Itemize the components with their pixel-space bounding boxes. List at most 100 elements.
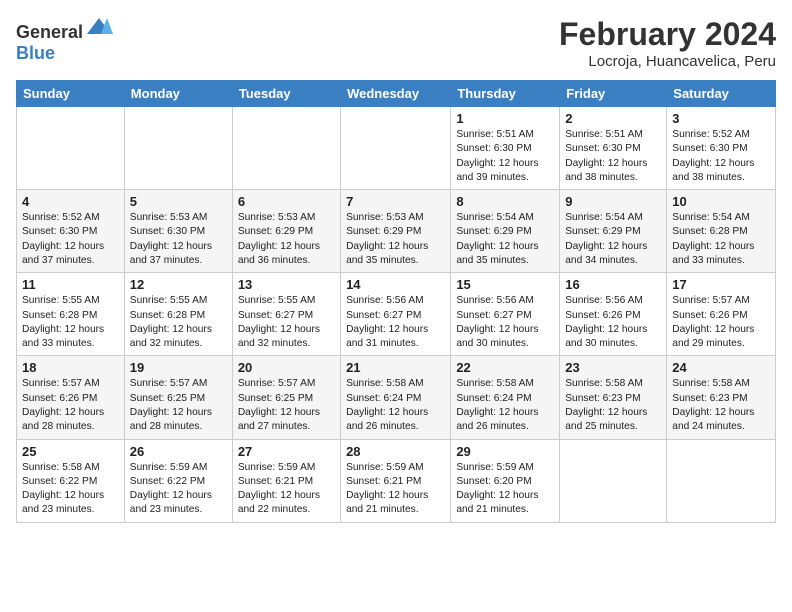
calendar-cell: 3 Sunrise: 5:52 AM Sunset: 6:30 PM Daylig… xyxy=(667,107,776,190)
day-number: 20 xyxy=(238,360,335,375)
calendar-cell xyxy=(560,439,667,522)
calendar-cell xyxy=(124,107,232,190)
day-number: 15 xyxy=(456,277,554,292)
calendar-week-row: 18 Sunrise: 5:57 AM Sunset: 6:26 PM Dayli… xyxy=(17,356,776,439)
calendar-day-header: Tuesday xyxy=(232,81,340,107)
calendar-cell: 28 Sunrise: 5:59 AM Sunset: 6:21 PM Dayli… xyxy=(341,439,451,522)
calendar-cell: 18 Sunrise: 5:57 AM Sunset: 6:26 PM Dayli… xyxy=(17,356,125,439)
day-info: Sunrise: 5:57 AM Sunset: 6:25 PM Dayligh… xyxy=(130,377,227,434)
calendar-day-header: Sunday xyxy=(17,81,125,107)
calendar-cell: 17 Sunrise: 5:57 AM Sunset: 6:26 PM Dayli… xyxy=(667,273,776,356)
day-number: 14 xyxy=(346,277,445,292)
calendar-cell: 14Sunrise: 5:56 AM Sunset: 6:27 PM Dayli… xyxy=(341,273,451,356)
calendar-day-header: Monday xyxy=(124,81,232,107)
day-number: 23 xyxy=(565,360,661,375)
day-info: Sunrise: 5:51 AM Sunset: 6:30 PM Dayligh… xyxy=(456,128,554,185)
day-info: Sunrise: 5:54 AM Sunset: 6:28 PM Dayligh… xyxy=(672,211,770,268)
day-info: Sunrise: 5:56 AM Sunset: 6:27 PM Dayligh… xyxy=(456,294,554,351)
day-info: Sunrise: 5:58 AM Sunset: 6:23 PM Dayligh… xyxy=(672,377,770,434)
calendar-cell: 26 Sunrise: 5:59 AM Sunset: 6:22 PM Dayli… xyxy=(124,439,232,522)
day-number: 29 xyxy=(456,444,554,459)
calendar-day-header: Saturday xyxy=(667,81,776,107)
day-number: 28 xyxy=(346,444,445,459)
calendar-cell: 23 Sunrise: 5:58 AM Sunset: 6:23 PM Dayli… xyxy=(560,356,667,439)
day-number: 1 xyxy=(456,111,554,126)
calendar-cell: 25 Sunrise: 5:58 AM Sunset: 6:22 PM Dayli… xyxy=(17,439,125,522)
location-title: Locroja, Huancavelica, Peru xyxy=(559,53,776,70)
calendar-cell xyxy=(232,107,340,190)
calendar-day-header: Thursday xyxy=(451,81,560,107)
day-number: 4 xyxy=(22,194,119,209)
calendar-table: SundayMondayTuesdayWednesdayThursdayFrid… xyxy=(16,80,776,523)
calendar-week-row: 11 Sunrise: 5:55 AM Sunset: 6:28 PM Dayli… xyxy=(17,273,776,356)
day-info: Sunrise: 5:55 AM Sunset: 6:28 PM Dayligh… xyxy=(130,294,227,351)
calendar-cell xyxy=(17,107,125,190)
calendar-cell xyxy=(341,107,451,190)
logo-blue: Blue xyxy=(16,43,55,63)
calendar-cell: 2 Sunrise: 5:51 AM Sunset: 6:30 PM Daylig… xyxy=(560,107,667,190)
day-info: Sunrise: 5:54 AM Sunset: 6:29 PM Dayligh… xyxy=(456,211,554,268)
day-info: Sunrise: 5:52 AM Sunset: 6:30 PM Dayligh… xyxy=(672,128,770,185)
day-info: Sunrise: 5:57 AM Sunset: 6:26 PM Dayligh… xyxy=(672,294,770,351)
day-info: Sunrise: 5:51 AM Sunset: 6:30 PM Dayligh… xyxy=(565,128,661,185)
calendar-cell: 15 Sunrise: 5:56 AM Sunset: 6:27 PM Dayli… xyxy=(451,273,560,356)
day-number: 18 xyxy=(22,360,119,375)
day-info: Sunrise: 5:58 AM Sunset: 6:22 PM Dayligh… xyxy=(22,461,119,518)
day-number: 22 xyxy=(456,360,554,375)
calendar-cell: 11 Sunrise: 5:55 AM Sunset: 6:28 PM Dayli… xyxy=(17,273,125,356)
calendar-cell: 22Sunrise: 5:58 AM Sunset: 6:24 PM Dayli… xyxy=(451,356,560,439)
day-info: Sunrise: 5:59 AM Sunset: 6:20 PM Dayligh… xyxy=(456,461,554,518)
calendar-cell xyxy=(667,439,776,522)
day-info: Sunrise: 5:53 AM Sunset: 6:30 PM Dayligh… xyxy=(130,211,227,268)
calendar-cell: 7 Sunrise: 5:53 AM Sunset: 6:29 PM Daylig… xyxy=(341,190,451,273)
calendar-cell: 19Sunrise: 5:57 AM Sunset: 6:25 PM Dayli… xyxy=(124,356,232,439)
day-number: 10 xyxy=(672,194,770,209)
day-number: 25 xyxy=(22,444,119,459)
day-info: Sunrise: 5:58 AM Sunset: 6:24 PM Dayligh… xyxy=(346,377,445,434)
logo: General Blue xyxy=(16,16,113,64)
page-header: General Blue February 2024 Locroja, Huan… xyxy=(16,16,776,70)
calendar-cell: 10 Sunrise: 5:54 AM Sunset: 6:28 PM Dayli… xyxy=(667,190,776,273)
day-info: Sunrise: 5:53 AM Sunset: 6:29 PM Dayligh… xyxy=(346,211,445,268)
calendar-cell: 4 Sunrise: 5:52 AM Sunset: 6:30 PM Daylig… xyxy=(17,190,125,273)
day-info: Sunrise: 5:59 AM Sunset: 6:21 PM Dayligh… xyxy=(346,461,445,518)
calendar-header-row: SundayMondayTuesdayWednesdayThursdayFrid… xyxy=(17,81,776,107)
calendar-cell: 8Sunrise: 5:54 AM Sunset: 6:29 PM Daylig… xyxy=(451,190,560,273)
calendar-cell: 5Sunrise: 5:53 AM Sunset: 6:30 PM Daylig… xyxy=(124,190,232,273)
day-number: 2 xyxy=(565,111,661,126)
day-info: Sunrise: 5:53 AM Sunset: 6:29 PM Dayligh… xyxy=(238,211,335,268)
logo-icon xyxy=(85,16,113,38)
calendar-week-row: 4 Sunrise: 5:52 AM Sunset: 6:30 PM Daylig… xyxy=(17,190,776,273)
calendar-cell: 6 Sunrise: 5:53 AM Sunset: 6:29 PM Daylig… xyxy=(232,190,340,273)
calendar-week-row: 25 Sunrise: 5:58 AM Sunset: 6:22 PM Dayli… xyxy=(17,439,776,522)
day-info: Sunrise: 5:57 AM Sunset: 6:25 PM Dayligh… xyxy=(238,377,335,434)
calendar-cell: 12Sunrise: 5:55 AM Sunset: 6:28 PM Dayli… xyxy=(124,273,232,356)
day-info: Sunrise: 5:59 AM Sunset: 6:21 PM Dayligh… xyxy=(238,461,335,518)
day-info: Sunrise: 5:59 AM Sunset: 6:22 PM Dayligh… xyxy=(130,461,227,518)
day-info: Sunrise: 5:56 AM Sunset: 6:26 PM Dayligh… xyxy=(565,294,661,351)
calendar-cell: 21Sunrise: 5:58 AM Sunset: 6:24 PM Dayli… xyxy=(341,356,451,439)
day-number: 11 xyxy=(22,277,119,292)
logo-text: General Blue xyxy=(16,16,113,64)
calendar-cell: 9Sunrise: 5:54 AM Sunset: 6:29 PM Daylig… xyxy=(560,190,667,273)
day-number: 7 xyxy=(346,194,445,209)
day-number: 6 xyxy=(238,194,335,209)
day-number: 17 xyxy=(672,277,770,292)
day-info: Sunrise: 5:58 AM Sunset: 6:23 PM Dayligh… xyxy=(565,377,661,434)
day-number: 26 xyxy=(130,444,227,459)
calendar-cell: 20 Sunrise: 5:57 AM Sunset: 6:25 PM Dayli… xyxy=(232,356,340,439)
day-number: 27 xyxy=(238,444,335,459)
month-title: February 2024 xyxy=(559,16,776,53)
day-info: Sunrise: 5:57 AM Sunset: 6:26 PM Dayligh… xyxy=(22,377,119,434)
calendar-cell: 1 Sunrise: 5:51 AM Sunset: 6:30 PM Daylig… xyxy=(451,107,560,190)
day-number: 24 xyxy=(672,360,770,375)
title-block: February 2024 Locroja, Huancavelica, Per… xyxy=(559,16,776,70)
calendar-cell: 27 Sunrise: 5:59 AM Sunset: 6:21 PM Dayli… xyxy=(232,439,340,522)
calendar-cell: 13Sunrise: 5:55 AM Sunset: 6:27 PM Dayli… xyxy=(232,273,340,356)
calendar-cell: 16Sunrise: 5:56 AM Sunset: 6:26 PM Dayli… xyxy=(560,273,667,356)
day-info: Sunrise: 5:52 AM Sunset: 6:30 PM Dayligh… xyxy=(22,211,119,268)
day-info: Sunrise: 5:54 AM Sunset: 6:29 PM Dayligh… xyxy=(565,211,661,268)
day-info: Sunrise: 5:55 AM Sunset: 6:28 PM Dayligh… xyxy=(22,294,119,351)
day-number: 3 xyxy=(672,111,770,126)
day-info: Sunrise: 5:55 AM Sunset: 6:27 PM Dayligh… xyxy=(238,294,335,351)
